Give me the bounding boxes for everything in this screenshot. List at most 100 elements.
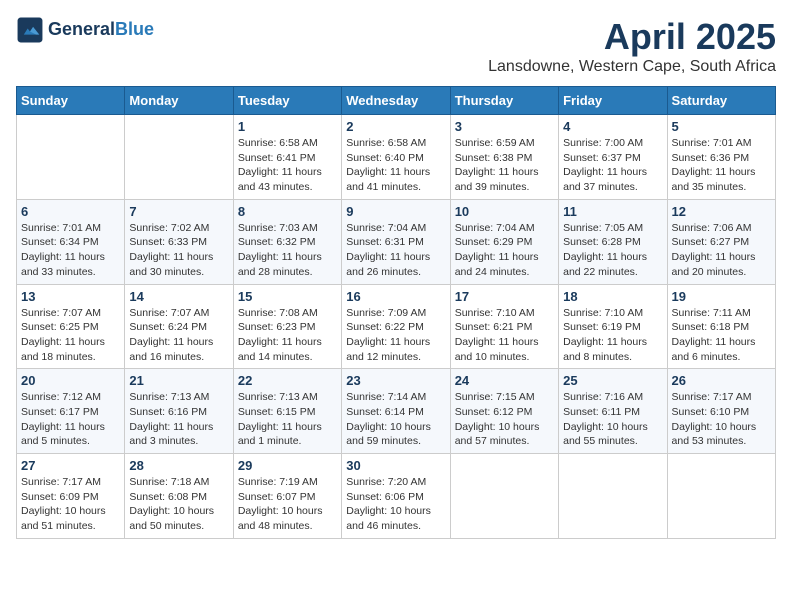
month-title: April 2025 xyxy=(488,16,776,58)
calendar-cell xyxy=(559,454,667,539)
day-info: Sunrise: 7:04 AM Sunset: 6:29 PM Dayligh… xyxy=(455,221,554,280)
calendar-cell: 26 Sunrise: 7:17 AM Sunset: 6:10 PM Dayli… xyxy=(667,369,775,454)
calendar-table: SundayMondayTuesdayWednesdayThursdayFrid… xyxy=(16,86,776,539)
calendar-cell: 4 Sunrise: 7:00 AM Sunset: 6:37 PM Daylig… xyxy=(559,115,667,200)
day-info: Sunrise: 7:10 AM Sunset: 6:19 PM Dayligh… xyxy=(563,306,662,365)
day-info: Sunrise: 7:06 AM Sunset: 6:27 PM Dayligh… xyxy=(672,221,771,280)
weekday-header-monday: Monday xyxy=(125,87,233,115)
calendar-cell: 3Sunrise: 6:59 AM Sunset: 6:38 PM Daylig… xyxy=(450,115,558,200)
day-number: 11 xyxy=(563,204,662,219)
calendar-cell: 27 Sunrise: 7:17 AM Sunset: 6:09 PM Dayli… xyxy=(17,454,125,539)
day-info: Sunrise: 7:07 AM Sunset: 6:25 PM Dayligh… xyxy=(21,306,120,365)
calendar-week-row: 13 Sunrise: 7:07 AM Sunset: 6:25 PM Dayli… xyxy=(17,284,776,369)
day-info: Sunrise: 7:18 AM Sunset: 6:08 PM Dayligh… xyxy=(129,475,228,534)
calendar-cell: 17Sunrise: 7:10 AM Sunset: 6:21 PM Dayli… xyxy=(450,284,558,369)
logo-icon xyxy=(16,16,44,44)
day-info: Sunrise: 7:20 AM Sunset: 6:06 PM Dayligh… xyxy=(346,475,445,534)
calendar-week-row: 27 Sunrise: 7:17 AM Sunset: 6:09 PM Dayli… xyxy=(17,454,776,539)
day-info: Sunrise: 7:16 AM Sunset: 6:11 PM Dayligh… xyxy=(563,390,662,449)
weekday-header-thursday: Thursday xyxy=(450,87,558,115)
day-info: Sunrise: 6:58 AM Sunset: 6:40 PM Dayligh… xyxy=(346,136,445,195)
day-number: 28 xyxy=(129,458,228,473)
day-info: Sunrise: 7:15 AM Sunset: 6:12 PM Dayligh… xyxy=(455,390,554,449)
location-title: Lansdowne, Western Cape, South Africa xyxy=(488,58,776,76)
calendar-cell xyxy=(17,115,125,200)
calendar-cell: 28 Sunrise: 7:18 AM Sunset: 6:08 PM Dayli… xyxy=(125,454,233,539)
day-info: Sunrise: 7:09 AM Sunset: 6:22 PM Dayligh… xyxy=(346,306,445,365)
day-info: Sunrise: 7:08 AM Sunset: 6:23 PM Dayligh… xyxy=(238,306,337,365)
day-info: Sunrise: 7:17 AM Sunset: 6:09 PM Dayligh… xyxy=(21,475,120,534)
day-info: Sunrise: 7:14 AM Sunset: 6:14 PM Dayligh… xyxy=(346,390,445,449)
day-info: Sunrise: 6:58 AM Sunset: 6:41 PM Dayligh… xyxy=(238,136,337,195)
calendar-cell: 8Sunrise: 7:03 AM Sunset: 6:32 PM Daylig… xyxy=(233,199,341,284)
day-info: Sunrise: 7:19 AM Sunset: 6:07 PM Dayligh… xyxy=(238,475,337,534)
calendar-cell: 16 Sunrise: 7:09 AM Sunset: 6:22 PM Dayli… xyxy=(342,284,450,369)
day-number: 13 xyxy=(21,289,120,304)
day-info: Sunrise: 7:02 AM Sunset: 6:33 PM Dayligh… xyxy=(129,221,228,280)
day-number: 30 xyxy=(346,458,445,473)
day-number: 26 xyxy=(672,373,771,388)
day-info: Sunrise: 7:01 AM Sunset: 6:34 PM Dayligh… xyxy=(21,221,120,280)
calendar-cell: 10 Sunrise: 7:04 AM Sunset: 6:29 PM Dayli… xyxy=(450,199,558,284)
calendar-cell: 14Sunrise: 7:07 AM Sunset: 6:24 PM Dayli… xyxy=(125,284,233,369)
day-number: 12 xyxy=(672,204,771,219)
calendar-cell: 12 Sunrise: 7:06 AM Sunset: 6:27 PM Dayli… xyxy=(667,199,775,284)
day-number: 4 xyxy=(563,119,662,134)
calendar-cell: 20 Sunrise: 7:12 AM Sunset: 6:17 PM Dayli… xyxy=(17,369,125,454)
calendar-cell: 23 Sunrise: 7:14 AM Sunset: 6:14 PM Dayli… xyxy=(342,369,450,454)
day-number: 9 xyxy=(346,204,445,219)
day-info: Sunrise: 7:01 AM Sunset: 6:36 PM Dayligh… xyxy=(672,136,771,195)
calendar-cell: 25 Sunrise: 7:16 AM Sunset: 6:11 PM Dayli… xyxy=(559,369,667,454)
calendar-cell: 13 Sunrise: 7:07 AM Sunset: 6:25 PM Dayli… xyxy=(17,284,125,369)
weekday-header-sunday: Sunday xyxy=(17,87,125,115)
calendar-week-row: 6 Sunrise: 7:01 AM Sunset: 6:34 PM Daylig… xyxy=(17,199,776,284)
calendar-cell xyxy=(125,115,233,200)
calendar-cell: 22Sunrise: 7:13 AM Sunset: 6:15 PM Dayli… xyxy=(233,369,341,454)
calendar-cell: 15 Sunrise: 7:08 AM Sunset: 6:23 PM Dayli… xyxy=(233,284,341,369)
calendar-cell: 30 Sunrise: 7:20 AM Sunset: 6:06 PM Dayli… xyxy=(342,454,450,539)
weekday-header-friday: Friday xyxy=(559,87,667,115)
day-number: 14 xyxy=(129,289,228,304)
day-info: Sunrise: 6:59 AM Sunset: 6:38 PM Dayligh… xyxy=(455,136,554,195)
day-number: 6 xyxy=(21,204,120,219)
day-number: 7 xyxy=(129,204,228,219)
day-info: Sunrise: 7:12 AM Sunset: 6:17 PM Dayligh… xyxy=(21,390,120,449)
calendar-cell: 29 Sunrise: 7:19 AM Sunset: 6:07 PM Dayli… xyxy=(233,454,341,539)
day-info: Sunrise: 7:13 AM Sunset: 6:16 PM Dayligh… xyxy=(129,390,228,449)
day-number: 27 xyxy=(21,458,120,473)
day-number: 1 xyxy=(238,119,337,134)
day-number: 5 xyxy=(672,119,771,134)
day-number: 10 xyxy=(455,204,554,219)
day-number: 20 xyxy=(21,373,120,388)
day-info: Sunrise: 7:04 AM Sunset: 6:31 PM Dayligh… xyxy=(346,221,445,280)
day-info: Sunrise: 7:00 AM Sunset: 6:37 PM Dayligh… xyxy=(563,136,662,195)
calendar-cell: 21 Sunrise: 7:13 AM Sunset: 6:16 PM Dayli… xyxy=(125,369,233,454)
day-info: Sunrise: 7:10 AM Sunset: 6:21 PM Dayligh… xyxy=(455,306,554,365)
weekday-header-tuesday: Tuesday xyxy=(233,87,341,115)
day-number: 22 xyxy=(238,373,337,388)
calendar-cell: 1 Sunrise: 6:58 AM Sunset: 6:41 PM Daylig… xyxy=(233,115,341,200)
day-info: Sunrise: 7:03 AM Sunset: 6:32 PM Dayligh… xyxy=(238,221,337,280)
day-number: 16 xyxy=(346,289,445,304)
day-info: Sunrise: 7:11 AM Sunset: 6:18 PM Dayligh… xyxy=(672,306,771,365)
calendar-cell: 2Sunrise: 6:58 AM Sunset: 6:40 PM Daylig… xyxy=(342,115,450,200)
calendar-cell xyxy=(667,454,775,539)
title-section: April 2025 Lansdowne, Western Cape, Sout… xyxy=(488,16,776,76)
calendar-cell: 5 Sunrise: 7:01 AM Sunset: 6:36 PM Daylig… xyxy=(667,115,775,200)
calendar-cell: 19Sunrise: 7:11 AM Sunset: 6:18 PM Dayli… xyxy=(667,284,775,369)
calendar-cell: 6 Sunrise: 7:01 AM Sunset: 6:34 PM Daylig… xyxy=(17,199,125,284)
calendar-week-row: 1 Sunrise: 6:58 AM Sunset: 6:41 PM Daylig… xyxy=(17,115,776,200)
day-number: 15 xyxy=(238,289,337,304)
logo-blue: Blue xyxy=(115,19,154,39)
calendar-cell: 24Sunrise: 7:15 AM Sunset: 6:12 PM Dayli… xyxy=(450,369,558,454)
day-number: 23 xyxy=(346,373,445,388)
calendar-cell: 11Sunrise: 7:05 AM Sunset: 6:28 PM Dayli… xyxy=(559,199,667,284)
day-number: 25 xyxy=(563,373,662,388)
calendar-cell xyxy=(450,454,558,539)
day-number: 21 xyxy=(129,373,228,388)
calendar-cell: 7 Sunrise: 7:02 AM Sunset: 6:33 PM Daylig… xyxy=(125,199,233,284)
day-number: 18 xyxy=(563,289,662,304)
page-header: GeneralBlue April 2025 Lansdowne, Wester… xyxy=(16,16,776,76)
day-number: 29 xyxy=(238,458,337,473)
day-info: Sunrise: 7:17 AM Sunset: 6:10 PM Dayligh… xyxy=(672,390,771,449)
